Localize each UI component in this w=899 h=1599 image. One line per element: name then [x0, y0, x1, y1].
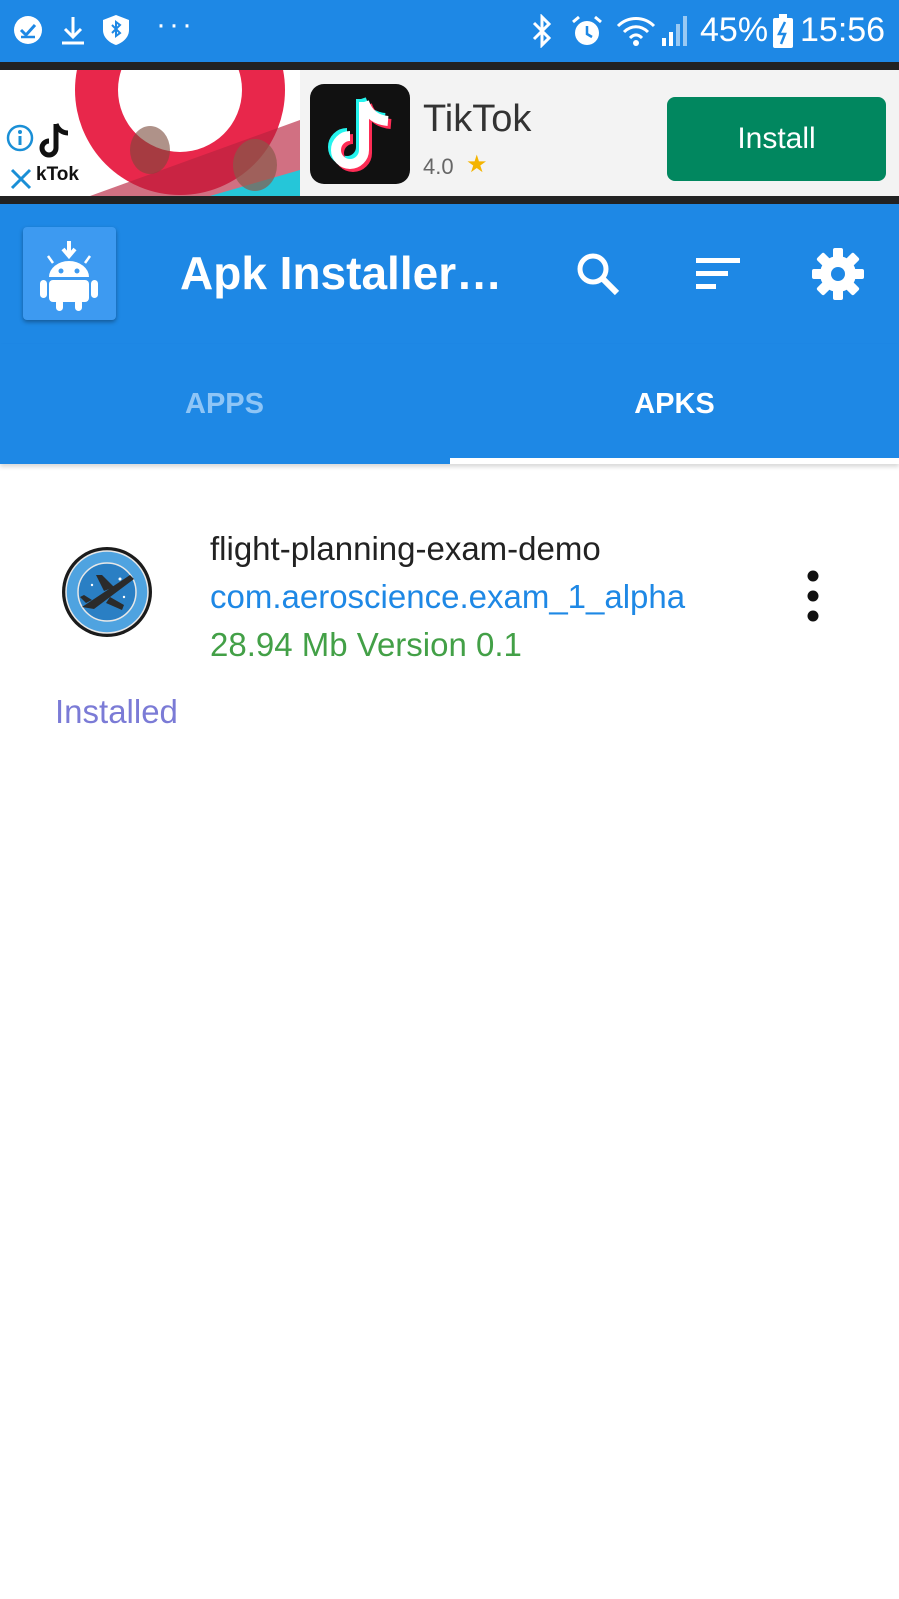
ad-image-text: kTok	[36, 164, 79, 185]
app-logo	[23, 227, 116, 320]
ad-install-button[interactable]: Install	[667, 97, 886, 181]
settings-icon[interactable]	[808, 244, 868, 304]
tab-indicator	[450, 458, 899, 464]
tab-apps[interactable]: APPS	[0, 344, 449, 464]
apk-size-version: 28.94 Mb Version 0.1	[210, 626, 522, 663]
ad-banner[interactable]: kTok TikTok 4.0 ★ Install	[0, 62, 899, 204]
android-download-icon	[40, 241, 98, 311]
star-icon: ★	[466, 151, 488, 178]
ad-app-name[interactable]: TikTok	[423, 98, 531, 141]
signal-icon	[662, 16, 687, 46]
clock: 15:56	[800, 11, 886, 49]
ad-content[interactable]: kTok TikTok 4.0 ★ Install	[0, 70, 899, 196]
status-bar: ··· 45% 15:56	[0, 0, 899, 62]
alarm-icon	[572, 15, 602, 45]
more-dots-icon: ···	[156, 8, 195, 41]
info-icon[interactable]	[6, 124, 34, 152]
ad-app-icon[interactable]	[310, 84, 410, 184]
tab-apks[interactable]: APKS	[450, 344, 899, 464]
battery-percent: 45%	[700, 11, 769, 49]
apk-icon	[62, 547, 152, 637]
apk-status: Installed	[55, 693, 178, 730]
check-circle-icon	[14, 16, 42, 44]
sort-icon[interactable]	[688, 244, 748, 304]
more-vert-icon[interactable]	[795, 568, 831, 624]
ad-rating: 4.0	[423, 154, 454, 179]
app-bar: Apk Installer…	[0, 204, 899, 344]
battery-icon	[773, 14, 793, 48]
apk-name: flight-planning-exam-demo	[210, 530, 601, 567]
tiktok-note-icon	[39, 123, 69, 158]
app-title: Apk Installer…	[180, 247, 503, 299]
close-icon[interactable]	[8, 166, 34, 192]
shield-icon	[103, 15, 129, 45]
ad-image[interactable]: kTok	[0, 70, 300, 196]
bluetooth-icon	[532, 14, 552, 48]
tab-bar: APPS APKS	[0, 344, 899, 464]
tiktok-logo-icon	[328, 97, 392, 172]
download-icon	[62, 17, 84, 45]
wifi-icon	[616, 17, 656, 46]
search-icon[interactable]	[568, 244, 628, 304]
apk-package: com.aeroscience.exam_1_alpha	[210, 578, 686, 615]
